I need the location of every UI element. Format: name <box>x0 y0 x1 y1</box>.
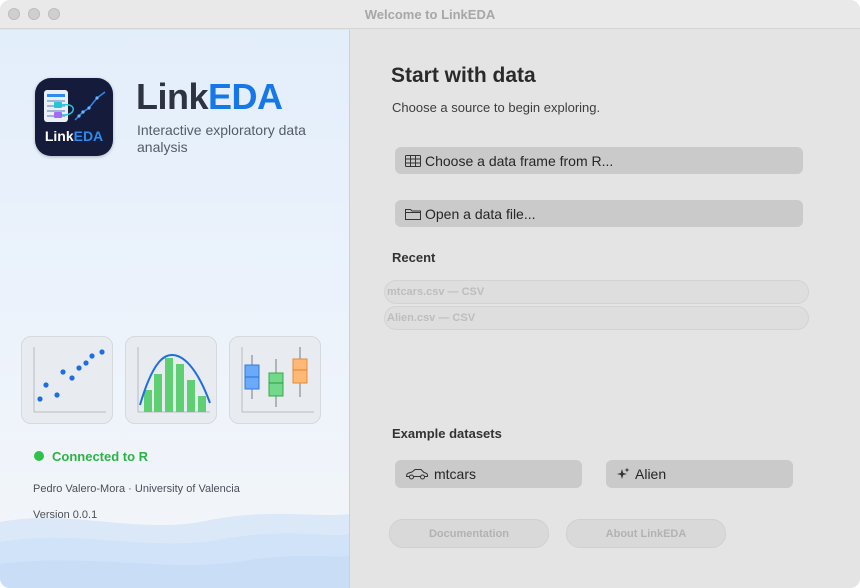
table-icon <box>405 154 421 167</box>
open-data-file-label: Open a data file... <box>425 205 536 222</box>
documentation-button[interactable]: Documentation <box>389 519 549 548</box>
page-subtitle: Choose a source to begin exploring. <box>392 100 601 115</box>
scatter-plot-icon <box>21 336 113 424</box>
recent-file-label: Alien.csv — CSV <box>387 312 476 324</box>
connection-status-icon <box>34 451 44 461</box>
app-name-prefix: Link <box>136 76 209 117</box>
decorative-waves <box>0 513 349 588</box>
histogram-icon <box>125 336 217 424</box>
app-name-accent: EDA <box>208 76 283 117</box>
app-icon-graphic <box>44 90 106 122</box>
app-icon-label: LinkEDA <box>44 128 104 144</box>
welcome-window: Welcome to LinkEDA LinkEDA LinkEDA Inter… <box>0 0 860 588</box>
folder-icon <box>405 208 421 220</box>
app-icon: LinkEDA <box>35 78 113 156</box>
recent-file-label: mtcars.csv — CSV <box>387 286 485 298</box>
about-button[interactable]: About LinkEDA <box>566 519 726 548</box>
example-alien-button[interactable]: Alien <box>606 460 793 488</box>
boxplot-icon <box>229 336 321 424</box>
recent-section-label: Recent <box>392 250 436 265</box>
title-bar: Welcome to LinkEDA <box>0 0 860 29</box>
choose-data-frame-label: Choose a data frame from R... <box>425 152 614 169</box>
sparkles-icon <box>616 467 630 481</box>
window-title: Welcome to LinkEDA <box>364 7 496 22</box>
example-alien-label: Alien <box>635 466 667 482</box>
open-data-file-button[interactable]: Open a data file... <box>395 200 803 227</box>
app-name: LinkEDA <box>136 76 283 118</box>
page-title: Start with data <box>391 64 536 87</box>
connection-status-text: Connected to R <box>52 449 149 464</box>
recent-file-item[interactable]: Alien.csv — CSV <box>384 306 809 330</box>
welcome-sidebar: LinkEDA LinkEDA Interactive exploratory … <box>0 30 350 588</box>
example-mtcars-button[interactable]: mtcars <box>395 460 582 488</box>
author-credit: Pedro Valero-Mora · University of Valenc… <box>33 483 240 495</box>
choose-data-frame-button[interactable]: Choose a data frame from R... <box>395 147 803 174</box>
recent-file-item[interactable]: mtcars.csv — CSV <box>384 280 809 304</box>
examples-section-label: Example datasets <box>392 426 502 441</box>
example-mtcars-label: mtcars <box>434 466 476 482</box>
main-panel: Start with data Choose a source to begin… <box>351 30 860 588</box>
app-tagline: Interactive exploratory data analysis <box>137 122 306 155</box>
car-icon <box>405 468 429 480</box>
